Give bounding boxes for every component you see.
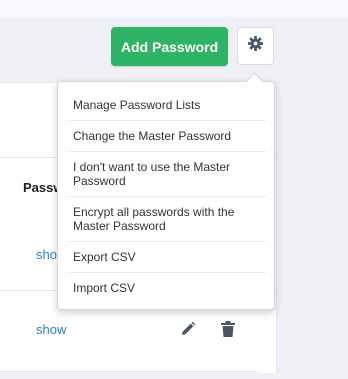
gear-icon xyxy=(248,36,263,56)
pencil-icon[interactable] xyxy=(180,321,196,337)
show-password-link[interactable]: show xyxy=(36,322,66,337)
menu-item-encrypt-with-master-password[interactable]: Encrypt all passwords with the Master Pa… xyxy=(66,197,266,241)
settings-button[interactable] xyxy=(237,27,274,65)
menu-item-export-csv[interactable]: Export CSV xyxy=(66,242,266,272)
menu-item-manage-password-lists[interactable]: Manage Password Lists xyxy=(66,90,266,120)
menu-item-change-master-password[interactable]: Change the Master Password xyxy=(66,121,266,151)
show-password-link[interactable]: sho xyxy=(36,247,57,262)
settings-dropdown-menu: Manage Password Lists Change the Master … xyxy=(57,72,275,310)
table-divider xyxy=(0,371,258,372)
add-password-button[interactable]: Add Password xyxy=(111,27,228,66)
menu-item-import-csv[interactable]: Import CSV xyxy=(66,273,266,303)
menu-item-disable-master-password[interactable]: I don't want to use the Master Password xyxy=(66,152,266,196)
trash-icon[interactable] xyxy=(221,321,235,337)
top-bar xyxy=(0,0,348,19)
